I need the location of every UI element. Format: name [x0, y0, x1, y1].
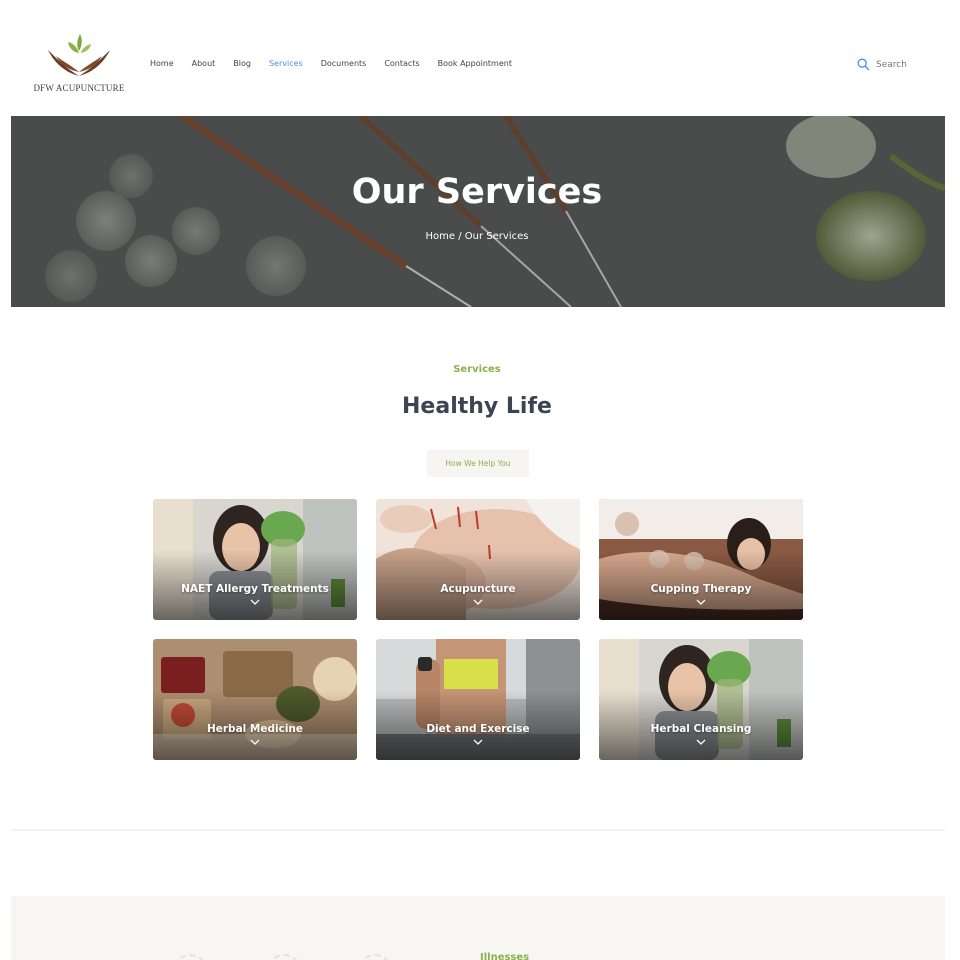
service-card-herbal-medicine[interactable]: Herbal Medicine	[153, 639, 357, 760]
nav-book-appointment[interactable]: Book Appointment	[438, 59, 512, 68]
search-icon	[857, 58, 870, 71]
service-card-title: Diet and Exercise	[426, 723, 530, 735]
nav-services[interactable]: Services	[269, 59, 303, 68]
breadcrumb[interactable]: Home / Our Services	[0, 231, 954, 242]
service-card-diet-exercise[interactable]: Diet and Exercise	[376, 639, 580, 760]
nav-documents[interactable]: Documents	[321, 59, 367, 68]
service-card-acupuncture[interactable]: Acupuncture	[376, 499, 580, 620]
service-card-herbal-cleansing[interactable]: Herbal Cleansing	[599, 639, 803, 760]
chevron-down-icon	[250, 599, 260, 605]
service-card-title: Cupping Therapy	[650, 583, 752, 595]
service-card-title: Herbal Medicine	[206, 723, 304, 735]
service-card-cupping[interactable]: Cupping Therapy	[599, 499, 803, 620]
how-we-help-button[interactable]: How We Help You	[427, 450, 529, 477]
service-card-title: NAET Allergy Treatments	[181, 583, 329, 595]
section-eyebrow: Services	[453, 364, 501, 375]
site-logo[interactable]: DFW ACUPUNCTURE	[28, 32, 130, 96]
logo-mark-icon	[48, 34, 110, 76]
nav-contacts[interactable]: Contacts	[384, 59, 419, 68]
main-nav: Home About Blog Services Documents Conta…	[150, 59, 530, 68]
nav-about[interactable]: About	[192, 59, 216, 68]
brand-name: DFW ACUPUNCTURE	[33, 83, 125, 93]
chevron-down-icon	[473, 599, 483, 605]
chevron-down-icon	[696, 739, 706, 745]
service-card-naet[interactable]: NAET Allergy Treatments	[153, 499, 357, 620]
nav-blog[interactable]: Blog	[233, 59, 251, 68]
chevron-down-icon	[696, 599, 706, 605]
chevron-down-icon	[473, 739, 483, 745]
section-divider	[11, 829, 945, 831]
illnesses-eyebrow: Illnesses	[480, 952, 530, 960]
search-trigger[interactable]: Search	[857, 58, 907, 71]
section-title: Healthy Life	[402, 394, 552, 419]
chevron-down-icon	[250, 739, 260, 745]
site-header: DFW ACUPUNCTURE Home About Blog Services…	[0, 0, 960, 116]
illnesses-section	[11, 896, 945, 960]
page-title: Our Services	[351, 172, 603, 212]
search-label: Search	[876, 59, 907, 70]
service-card-title: Herbal Cleansing	[650, 723, 752, 735]
nav-home[interactable]: Home	[150, 59, 174, 68]
service-card-title: Acupuncture	[440, 583, 516, 595]
